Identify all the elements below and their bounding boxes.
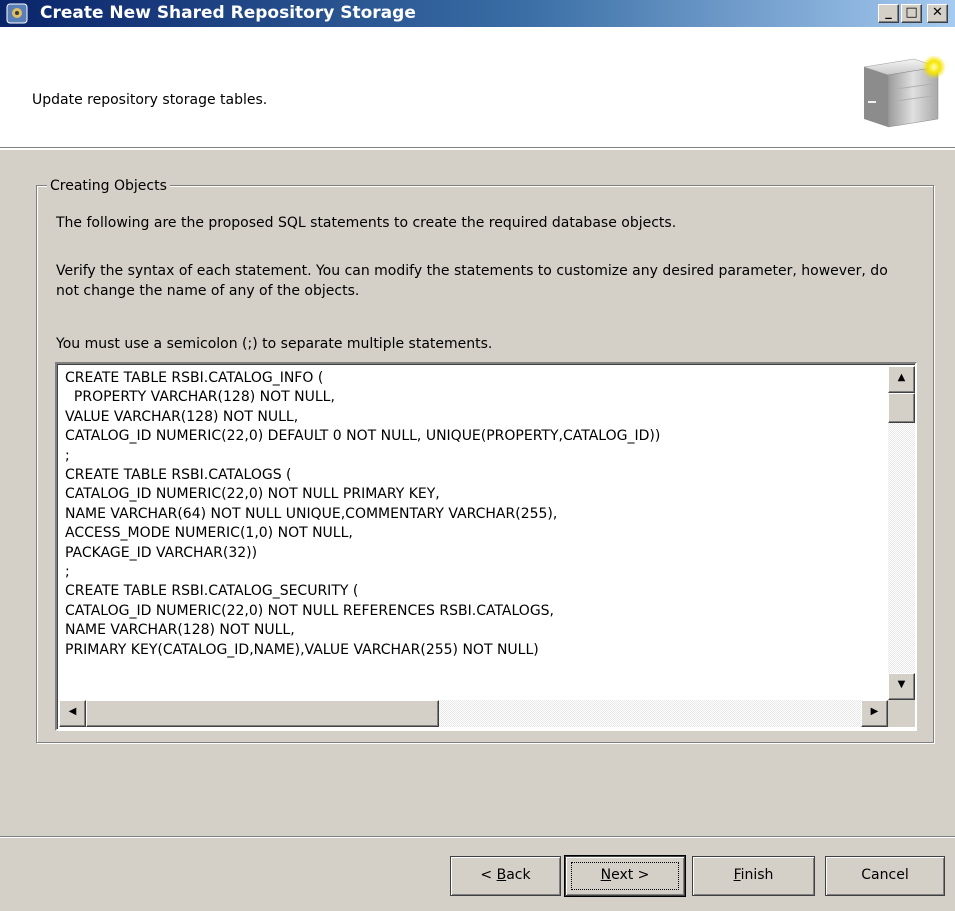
app-icon bbox=[6, 3, 28, 24]
scroll-up-arrow-icon[interactable]: ▲ bbox=[888, 366, 915, 393]
maximize-button[interactable]: □ bbox=[901, 4, 922, 23]
minimize-button[interactable]: _ bbox=[878, 4, 899, 23]
finish-button[interactable]: Finish bbox=[692, 856, 815, 896]
group-legend: Creating Objects bbox=[47, 178, 170, 194]
finish-accelerator: F bbox=[733, 867, 741, 883]
database-server-icon bbox=[863, 55, 946, 128]
footer-separator bbox=[0, 836, 955, 838]
horizontal-scrollbar[interactable]: ◀ ▶ bbox=[59, 700, 888, 727]
instructions-intro: The following are the proposed SQL state… bbox=[56, 215, 677, 231]
vertical-scrollbar[interactable]: ▲ ▼ bbox=[888, 366, 915, 700]
finish-label: inish bbox=[740, 867, 774, 883]
vertical-scroll-thumb[interactable] bbox=[888, 393, 915, 423]
instructions-semicolon: You must use a semicolon (;) to separate… bbox=[56, 336, 493, 352]
back-button[interactable]: < Back bbox=[450, 856, 561, 896]
scroll-left-arrow-icon[interactable]: ◀ bbox=[59, 700, 86, 727]
sql-statements-text[interactable]: CREATE TABLE RSBI.CATALOG_INFO ( PROPERT… bbox=[65, 369, 883, 694]
next-button[interactable]: Next > bbox=[565, 856, 685, 896]
horizontal-scroll-thumb[interactable] bbox=[86, 700, 439, 727]
sql-statements-textarea[interactable]: CREATE TABLE RSBI.CATALOG_INFO ( PROPERT… bbox=[55, 362, 917, 731]
cancel-button[interactable]: Cancel bbox=[825, 856, 945, 896]
scroll-down-arrow-icon[interactable]: ▼ bbox=[888, 673, 915, 700]
header-divider bbox=[0, 148, 955, 150]
title-bar[interactable]: Create New Shared Repository Storage _ □… bbox=[0, 0, 955, 27]
back-prefix: < bbox=[480, 867, 497, 883]
wizard-window: Create New Shared Repository Storage _ □… bbox=[0, 0, 955, 911]
instructions-verify: Verify the syntax of each statement. You… bbox=[56, 263, 888, 299]
close-button[interactable]: ✕ bbox=[927, 4, 948, 23]
scroll-right-arrow-icon[interactable]: ▶ bbox=[861, 700, 888, 727]
focus-rectangle bbox=[571, 862, 679, 890]
scrollbar-corner bbox=[888, 700, 915, 727]
back-label: ack bbox=[506, 867, 531, 883]
back-accelerator: B bbox=[496, 867, 507, 883]
step-description: Update repository storage tables. bbox=[32, 92, 268, 108]
wizard-header: Update repository storage tables. bbox=[0, 27, 955, 148]
window-title: Create New Shared Repository Storage bbox=[40, 3, 416, 23]
